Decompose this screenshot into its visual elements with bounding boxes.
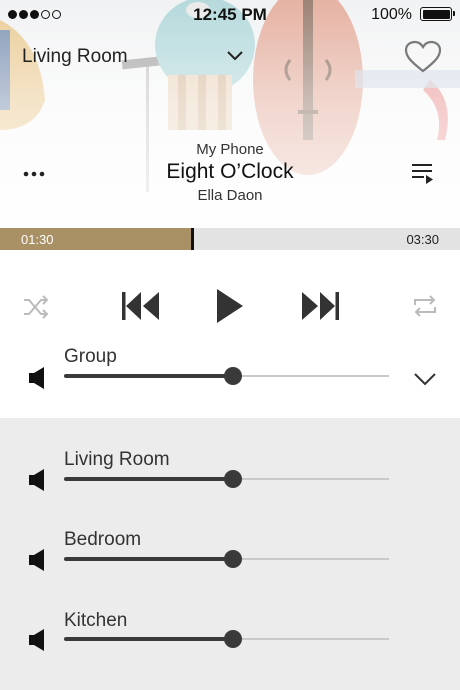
slider-knob[interactable] — [224, 367, 242, 385]
room-volume-slider[interactable] — [64, 550, 389, 568]
skip-next-icon[interactable] — [300, 290, 340, 322]
total-duration: 03:30 — [406, 232, 439, 247]
elapsed-time: 01:30 — [21, 232, 54, 247]
room-selector-label: Living Room — [22, 46, 128, 67]
progress-playhead[interactable] — [191, 228, 195, 250]
track-artist: Ella Daon — [197, 187, 263, 204]
playback-progress-bar[interactable]: 01:30 03:30 — [0, 228, 460, 250]
slider-knob[interactable] — [224, 470, 242, 488]
battery-percentage: 100% — [371, 6, 412, 23]
room-volume-label: Kitchen — [64, 610, 128, 631]
battery-icon — [420, 7, 455, 21]
track-title: Eight O’Clock — [166, 160, 294, 183]
repeat-icon[interactable] — [411, 292, 439, 320]
chevron-down-icon[interactable] — [413, 371, 437, 387]
speaker-icon[interactable] — [28, 366, 46, 390]
group-volume-label: Group — [64, 346, 117, 367]
playlist-queue-icon[interactable] — [411, 160, 435, 186]
slider-knob[interactable] — [224, 550, 242, 568]
room-volume-label: Living Room — [64, 449, 170, 470]
chevron-down-icon — [227, 51, 243, 61]
skip-previous-icon[interactable] — [121, 290, 161, 322]
group-volume-slider[interactable] — [64, 367, 389, 385]
room-selector[interactable]: Living Room — [22, 44, 244, 72]
room-volume-slider[interactable] — [64, 470, 389, 488]
speaker-icon[interactable] — [28, 628, 46, 652]
favorite-heart-icon[interactable] — [404, 40, 442, 74]
shuffle-icon[interactable] — [22, 294, 50, 320]
room-volume-slider[interactable] — [64, 630, 389, 648]
slider-knob[interactable] — [224, 630, 242, 648]
playback-source: My Phone — [196, 141, 264, 158]
status-bar: 12:45 PM 100% — [0, 0, 460, 30]
speaker-icon[interactable] — [28, 548, 46, 572]
speaker-icon[interactable] — [28, 468, 46, 492]
play-icon[interactable] — [215, 288, 245, 324]
room-volume-label: Bedroom — [64, 529, 142, 550]
